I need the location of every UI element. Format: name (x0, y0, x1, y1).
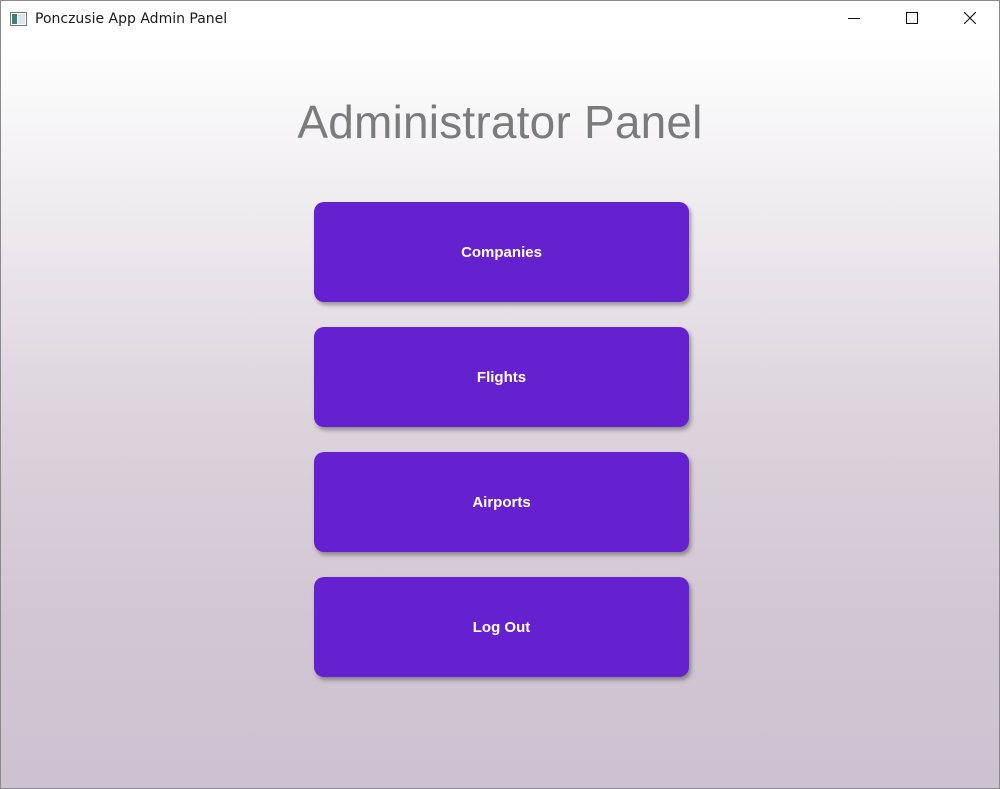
companies-button-label: Companies (461, 243, 542, 261)
minimize-button[interactable] (825, 1, 883, 39)
airports-button[interactable]: Airports (314, 452, 689, 552)
companies-button[interactable]: Companies (314, 202, 689, 302)
airports-button-label: Airports (472, 493, 531, 511)
page-title: Administrator Panel (297, 96, 703, 148)
flights-button-label: Flights (476, 368, 527, 386)
minimize-icon (848, 11, 860, 29)
log-out-button-label: Log Out (472, 618, 531, 636)
maximize-icon (906, 11, 918, 29)
app-window: Ponczusie App Admin Panel Administrator … (0, 0, 1000, 789)
flights-button[interactable]: Flights (314, 327, 689, 427)
window-title: Ponczusie App Admin Panel (35, 11, 228, 27)
close-icon (963, 11, 977, 29)
close-button[interactable] (941, 1, 999, 39)
maximize-button[interactable] (883, 1, 941, 39)
log-out-button[interactable]: Log Out (314, 577, 689, 677)
title-bar[interactable]: Ponczusie App Admin Panel (1, 1, 999, 39)
app-window-icon (10, 12, 27, 26)
